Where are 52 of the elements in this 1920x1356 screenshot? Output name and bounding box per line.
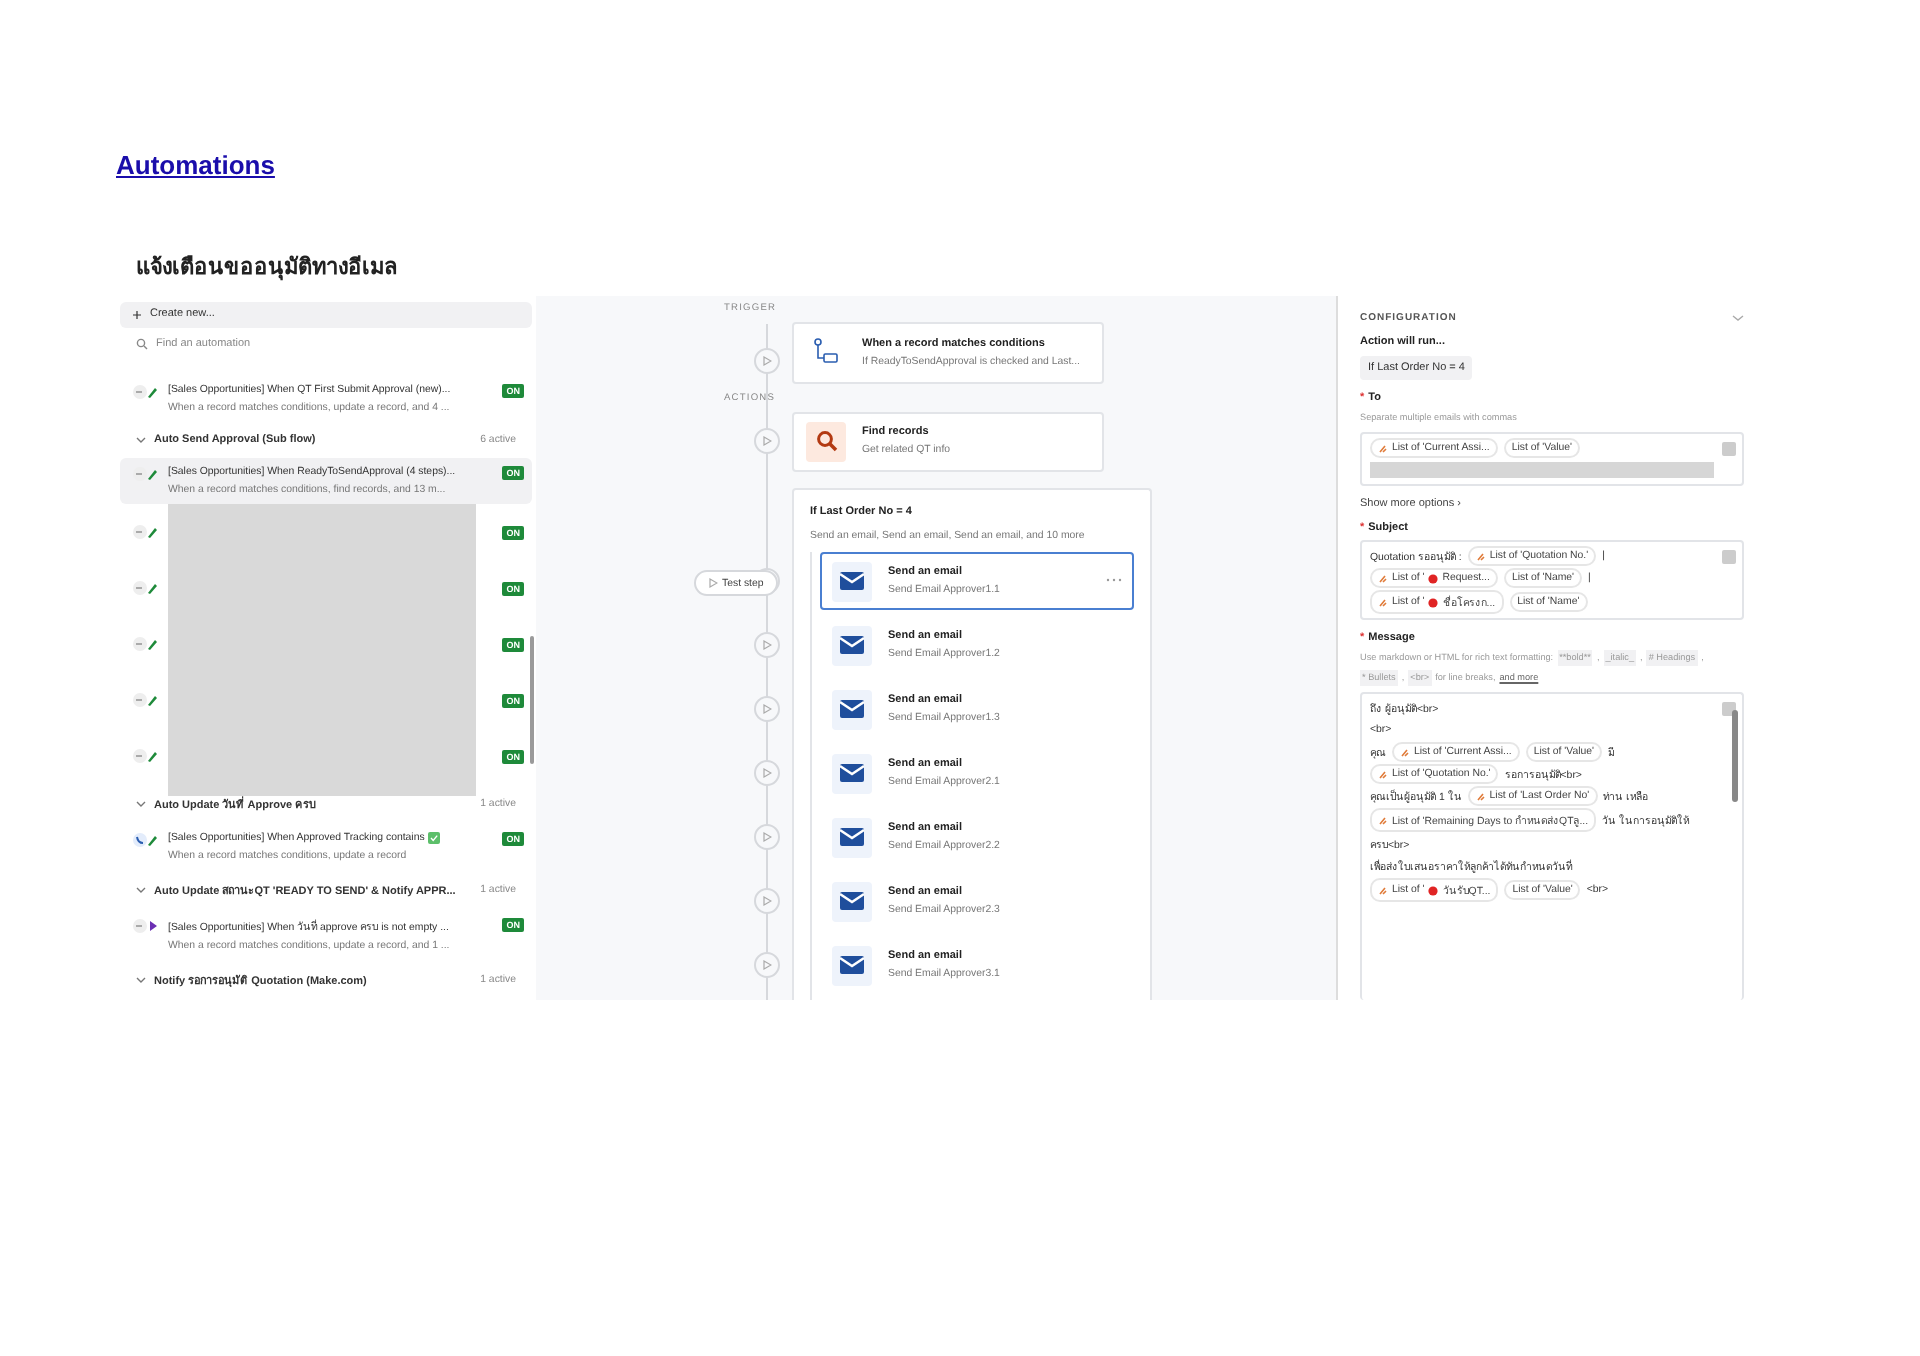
envelope-icon (840, 892, 864, 910)
plus-icon (132, 309, 142, 320)
search-icon (815, 430, 837, 453)
chevron-icon[interactable] (136, 436, 146, 444)
play-icon (762, 640, 772, 650)
play-icon (762, 768, 772, 778)
message-field[interactable] (1360, 692, 1744, 1000)
chevron-icon[interactable] (136, 800, 146, 808)
play-icon (762, 704, 772, 714)
pencil-icon (132, 524, 160, 540)
automations-link[interactable]: Automations (116, 150, 275, 180)
page-heading: แจ้งเตือนขออนุมัติทางอีเมล (136, 253, 400, 276)
field-icon (1378, 885, 1388, 895)
trigger-icon (814, 338, 838, 367)
envelope-icon (840, 828, 864, 846)
play-icon (762, 960, 772, 970)
field-icon (1378, 815, 1388, 825)
pencil-icon (132, 692, 160, 708)
play-icon (762, 832, 772, 842)
envelope-icon (840, 636, 864, 654)
add-icon[interactable] (1722, 702, 1736, 716)
envelope-icon (840, 572, 864, 590)
play-icon (762, 896, 772, 906)
play-icon (762, 356, 772, 366)
scrollbar[interactable] (1732, 710, 1738, 802)
field-icon (1378, 597, 1388, 607)
chevron-icon[interactable] (1732, 314, 1744, 322)
dot-icon (1428, 597, 1439, 607)
pencil-icon (132, 384, 160, 400)
field-icon (1475, 551, 1486, 561)
field-icon (1400, 747, 1410, 757)
field-icon (1378, 573, 1388, 583)
play-icon (708, 578, 718, 588)
field-icon (1475, 791, 1486, 801)
dot-icon (1428, 573, 1439, 583)
search-icon (136, 337, 148, 350)
pencil-icon (132, 636, 160, 652)
field-icon (1378, 443, 1388, 453)
dot-icon (1428, 885, 1439, 895)
envelope-icon (840, 700, 864, 718)
play-icon (762, 436, 772, 446)
pencil-icon (132, 580, 160, 596)
phone-icon (132, 832, 160, 848)
envelope-icon (840, 764, 864, 782)
play-icon (132, 918, 160, 934)
chevron-icon[interactable] (136, 976, 146, 984)
scrollbar[interactable] (530, 636, 534, 764)
chevron-icon[interactable] (136, 886, 146, 894)
envelope-icon (840, 956, 864, 974)
field-icon (1378, 769, 1388, 779)
pencil-icon (132, 466, 160, 482)
pencil-icon (132, 748, 160, 764)
